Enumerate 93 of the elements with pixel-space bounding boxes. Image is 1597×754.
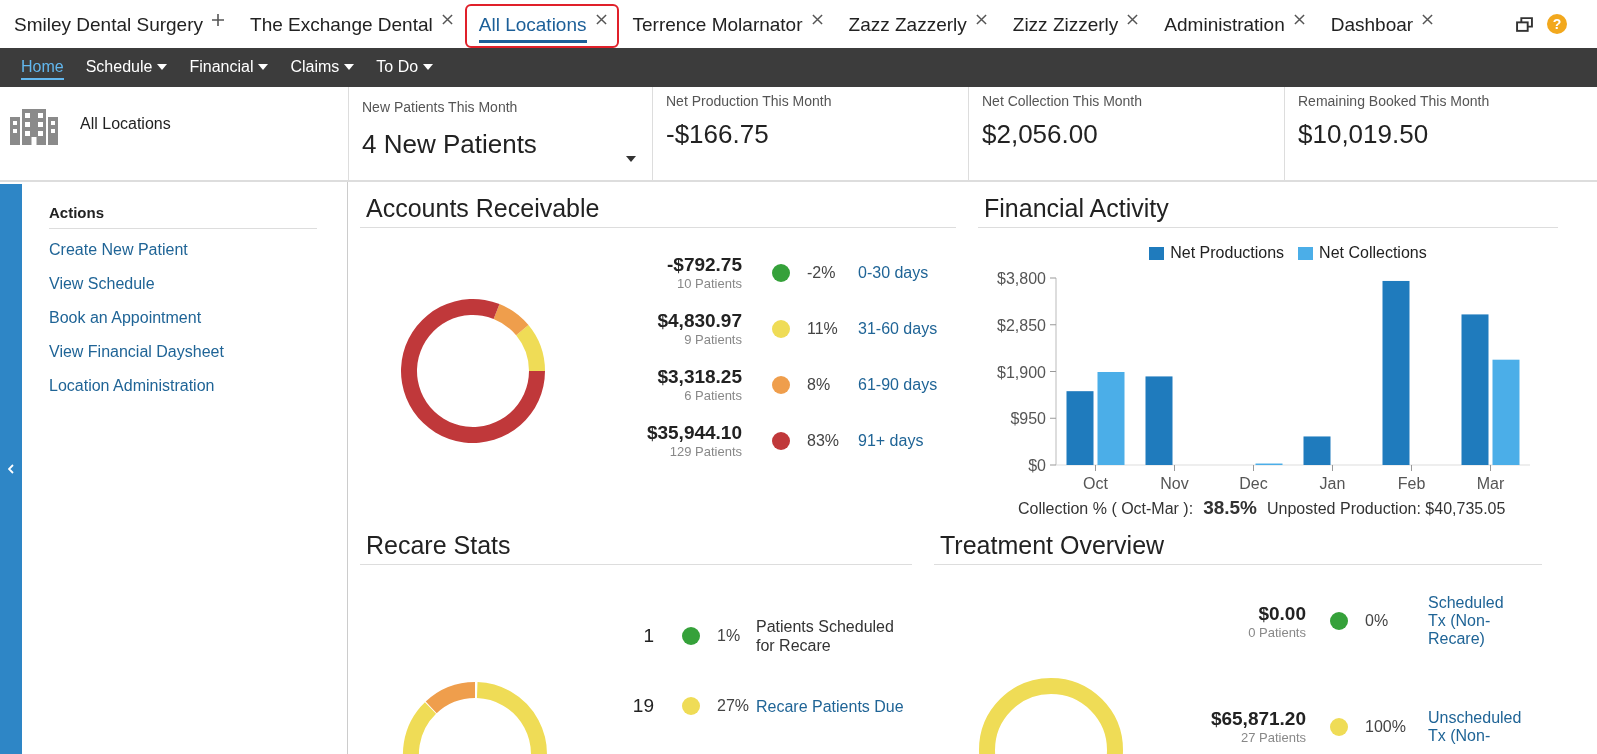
patient-count: 0 Patients (1248, 624, 1306, 640)
nav-menu-item[interactable]: Claims (290, 55, 355, 80)
recare-link[interactable]: Recare Patients Due (756, 696, 916, 716)
nav-menu-item[interactable]: Financial (189, 55, 269, 80)
action-link[interactable]: View Schedule (49, 275, 317, 293)
percent: 8% (806, 375, 832, 394)
axis-label: Oct (1083, 475, 1108, 492)
axis-label: Mar (1476, 475, 1505, 492)
caret-icon[interactable] (423, 63, 434, 70)
tab[interactable]: Zizz Zizzerly (998, 0, 1151, 48)
section-title: Recare Stats (360, 519, 912, 565)
caret-icon[interactable] (344, 63, 355, 70)
period-link[interactable]: 61-90 days (850, 375, 938, 394)
building-icon (10, 109, 58, 145)
collection-label: Collection % ( Oct-Mar ): (1018, 500, 1194, 518)
legend-item: Net Productions (1149, 244, 1285, 262)
close-icon[interactable] (441, 14, 453, 25)
axis-label: $1,900 (997, 363, 1046, 381)
tab[interactable]: Administration (1150, 0, 1317, 48)
axis-label: $0 (1028, 457, 1046, 474)
tab[interactable]: Dashboar (1316, 0, 1446, 48)
actions-heading: Actions (49, 204, 317, 229)
axis-label: Feb (1397, 475, 1426, 492)
close-icon[interactable] (1127, 14, 1139, 25)
close-icon[interactable] (1422, 14, 1434, 25)
section-title: Financial Activity (978, 182, 1558, 228)
action-link[interactable]: Create New Patient (49, 241, 317, 259)
caret-icon[interactable] (626, 156, 636, 162)
tab[interactable]: Zazz Zazzerly (834, 0, 999, 48)
axis-label: Jan (1319, 475, 1346, 492)
treatment-link[interactable]: Scheduled Tx (Non-Recare) (1418, 594, 1518, 648)
stat-label: New Patients This Month (362, 99, 519, 115)
patient-count: 129 Patients (669, 444, 742, 459)
location-name: All Locations (80, 115, 171, 133)
patient-count: 27 Patients (1240, 730, 1306, 745)
stat-value: -$166.75 (666, 119, 769, 150)
tab[interactable]: Terrence Molarnator (618, 0, 835, 48)
percent: 11% (806, 319, 839, 338)
nav-menu-item[interactable]: To Do (376, 55, 434, 80)
plus-icon[interactable] (212, 14, 225, 26)
close-icon[interactable] (595, 14, 607, 25)
amount: $3,318.25 (657, 366, 742, 388)
legend-item: Net Collections (1298, 244, 1427, 262)
tab[interactable]: The Exchange Dental (236, 0, 465, 48)
action-link[interactable]: Book an Appointment (49, 309, 317, 327)
percent: 1% (716, 627, 742, 645)
period-link[interactable]: 91+ days (850, 431, 938, 450)
caret-icon[interactable] (157, 63, 168, 70)
percent: 0% (1364, 612, 1390, 630)
amount: $65,871.20 (1210, 708, 1306, 730)
patient-count: 9 Patients (684, 332, 742, 347)
action-link[interactable]: Location Administration (49, 377, 317, 395)
percent: 83% (806, 431, 841, 450)
patient-count: 10 Patients (676, 276, 742, 291)
nav-menu-item[interactable]: Home (21, 55, 64, 80)
period-link[interactable]: 31-60 days (850, 319, 938, 338)
period-link[interactable]: 0-30 days (850, 263, 938, 282)
stat-label: Net Collection This Month (982, 93, 1144, 109)
axis-label: $950 (1010, 410, 1046, 428)
stat-label: Remaining Booked This Month (1298, 93, 1491, 109)
recare-count: 19 (631, 695, 654, 717)
patient-count: 6 Patients (684, 388, 742, 403)
stat-value: $2,056.00 (982, 119, 1098, 150)
axis-label: $2,850 (997, 316, 1046, 334)
stat-label: Net Production This Month (666, 93, 833, 109)
close-icon[interactable] (1293, 14, 1305, 25)
stat-value: 4 New Patients (362, 129, 537, 160)
action-link[interactable]: View Financial Daysheet (49, 343, 317, 361)
collection-percent: 38.5% (1203, 497, 1257, 519)
tab[interactable]: Smiley Dental Surgery (0, 0, 237, 48)
percent: 100% (1364, 717, 1407, 736)
percent: 27% (716, 697, 751, 715)
amount: $4,830.97 (657, 310, 742, 332)
amount: -$792.75 (667, 254, 742, 276)
unposted-production: Unposted Production: $40,735.05 (1267, 500, 1506, 518)
close-icon[interactable] (811, 14, 823, 25)
windows-icon[interactable] (1516, 16, 1533, 32)
axis-label: Nov (1160, 475, 1189, 492)
stat-value: $10,019.50 (1298, 119, 1429, 150)
chevron-left-icon[interactable] (8, 464, 14, 474)
axis-label: $3,800 (997, 270, 1046, 287)
caret-icon[interactable] (258, 63, 269, 70)
percent: -2% (806, 263, 837, 282)
amount: $35,944.10 (646, 422, 742, 444)
amount: $0.00 (1258, 602, 1306, 625)
recare-count: 1 (642, 625, 654, 647)
close-icon[interactable] (975, 14, 987, 25)
section-title: Accounts Receivable (360, 182, 956, 228)
nav-menu-item[interactable]: Schedule (85, 55, 168, 80)
section-title: Treatment Overview (934, 519, 1542, 565)
recare-label: Patients Scheduled for Recare (756, 617, 895, 655)
axis-label: Dec (1239, 475, 1268, 492)
sidebar-toggle[interactable] (0, 184, 22, 754)
